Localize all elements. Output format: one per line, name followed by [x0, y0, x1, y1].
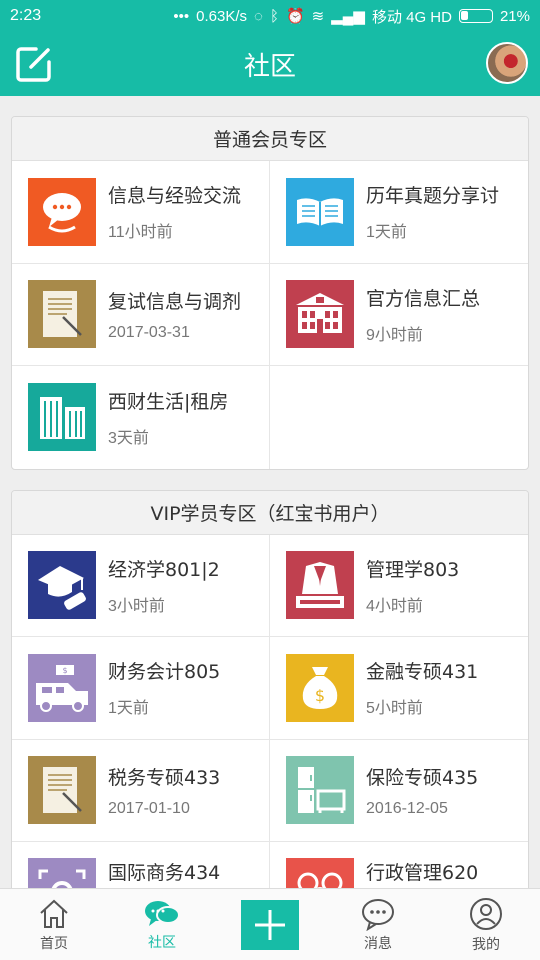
community-chat-icon	[145, 900, 180, 926]
tab-label: 首页	[40, 935, 68, 952]
chat-cup-icon	[28, 177, 96, 246]
forum-name: 保险专硕435	[366, 766, 479, 789]
tab-post[interactable]	[216, 889, 324, 960]
plus-icon[interactable]	[241, 899, 299, 950]
sync-icon: ◌	[254, 7, 263, 25]
tab-label: 我的	[472, 936, 500, 953]
forum-item[interactable]: $ 财务会计805 1天前	[12, 637, 270, 740]
status-bar: 2:23 ••• 0.63K/s ◌ ᛒ ⏰ ≋ ▂▄▆ 移动 4G HD 21…	[0, 0, 540, 32]
page-title: 社区	[243, 51, 296, 82]
compose-icon[interactable]	[14, 44, 54, 84]
status-time: 2:23	[10, 7, 42, 24]
wifi-icon: ≋	[311, 8, 325, 25]
forum-item[interactable]: 税务专硕433 2017-01-10	[12, 739, 270, 842]
forum-time: 2017-03-31	[108, 323, 190, 341]
forum-grid: 信息与经验交流 11小时前 历年真题分享讨 1天前 复试信息与调剂 2017-0…	[12, 161, 528, 469]
section-title: 普通会员专区	[12, 117, 528, 161]
bluetooth-icon: ᛒ	[269, 7, 279, 25]
people-icon	[286, 858, 354, 888]
forum-name: 国际商务434	[108, 862, 221, 884]
forum-item[interactable]: 保险专硕435 2016-12-05	[270, 740, 528, 842]
forum-time: 3天前	[108, 429, 149, 447]
empty-cell	[270, 366, 528, 469]
status-indicators: ••• 0.63K/s ◌ ᛒ ⏰ ≋ ▂▄▆ 移动 4G HD 21%	[173, 6, 530, 27]
home-icon	[40, 899, 68, 928]
forum-item[interactable]: 官方信息汇总 9小时前	[270, 264, 528, 366]
forum-name: 行政管理620	[366, 862, 479, 884]
tab-label: 消息	[364, 935, 392, 952]
app-header: 社区	[0, 32, 540, 96]
forum-time: 4小时前	[366, 597, 423, 615]
forum-time: 11小时前	[108, 224, 173, 242]
avatar[interactable]	[486, 42, 528, 84]
forum-item[interactable]: 行政管理620	[270, 842, 528, 888]
forum-name: 税务专硕433	[108, 766, 221, 789]
suit-icon	[286, 551, 354, 620]
city-buildings-icon	[28, 383, 96, 452]
forum-time: 1天前	[366, 224, 407, 242]
forum-name: 复试信息与调剂	[108, 290, 242, 313]
section-title: VIP学员专区（红宝书用户）	[12, 490, 528, 535]
forum-item[interactable]: 历年真题分享讨 1天前	[270, 161, 528, 264]
document-pen-icon	[28, 756, 96, 825]
forum-time: 2017-01-10	[108, 799, 190, 817]
forum-name: 信息与经验交流	[108, 185, 242, 208]
forum-time: 9小时前	[366, 326, 423, 344]
message-icon	[362, 898, 394, 931]
forum-grid: 经济学801|2 3小时前 管理学803 4小时前 $ 财务会计805 1天前 …	[12, 534, 528, 888]
tab-label: 社区	[148, 934, 176, 951]
forum-list[interactable]: 普通会员专区 信息与经验交流 11小时前 历年真题分享讨 1天前 复试信息与调剂…	[0, 96, 540, 888]
forum-name: 官方信息汇总	[366, 287, 481, 310]
forum-item[interactable]: 西财生活|租房 3天前	[12, 366, 270, 469]
forum-item[interactable]: 国际商务434	[12, 842, 270, 888]
forum-item[interactable]: $ 金融专硕431 5小时前	[270, 637, 528, 740]
dots-icon: •••	[173, 7, 190, 25]
forum-item[interactable]: 经济学801|2 3小时前	[12, 534, 270, 637]
section-vip-members: VIP学员专区（红宝书用户） 经济学801|2 3小时前 管理学803 4小时前	[11, 489, 529, 888]
battery-level: 21%	[499, 7, 530, 25]
tab-messages[interactable]: 消息	[324, 889, 432, 960]
forum-time: 1天前	[108, 700, 149, 718]
tab-community[interactable]: 社区	[108, 889, 216, 960]
bottom-tab-bar: 首页 社区 消息 我的	[0, 888, 540, 960]
forum-item[interactable]: 信息与经验交流 11小时前	[12, 161, 270, 264]
forum-name: 金融专硕431	[366, 661, 479, 684]
network-speed: 0.63K/s	[196, 7, 248, 25]
building-icon	[286, 280, 354, 349]
forum-name: 经济学801|2	[108, 558, 220, 581]
signal-icon: ▂▄▆	[331, 8, 365, 25]
graduation-cap-icon	[28, 551, 96, 620]
document-pen-icon	[28, 280, 96, 349]
carrier: 移动 4G HD	[371, 8, 452, 26]
forum-item[interactable]: 复试信息与调剂 2017-03-31	[12, 263, 270, 366]
truck-money-icon: $	[28, 653, 96, 722]
forum-time: 2016-12-05	[366, 799, 448, 817]
section-regular-members: 普通会员专区 信息与经验交流 11小时前 历年真题分享讨 1天前 复试信息与调剂…	[11, 116, 529, 470]
forum-name: 财务会计805	[108, 661, 221, 684]
alarm-icon: ⏰	[285, 8, 305, 25]
money-bag-icon: $	[286, 653, 354, 722]
forum-name: 西财生活|租房	[108, 390, 229, 413]
forum-time: 3小时前	[108, 597, 165, 615]
battery-icon	[458, 9, 493, 23]
furniture-icon	[286, 756, 354, 825]
svg-text:$: $	[62, 666, 67, 675]
svg-text:$: $	[315, 686, 325, 705]
tab-profile[interactable]: 我的	[432, 889, 540, 960]
forum-name: 历年真题分享讨	[366, 185, 500, 208]
open-book-icon	[286, 177, 354, 246]
forum-time: 5小时前	[366, 700, 423, 718]
profile-icon	[470, 897, 502, 930]
gear-frame-icon	[28, 858, 96, 888]
forum-name: 管理学803	[366, 558, 460, 581]
forum-item[interactable]: 管理学803 4小时前	[270, 535, 528, 637]
tab-home[interactable]: 首页	[0, 889, 108, 960]
